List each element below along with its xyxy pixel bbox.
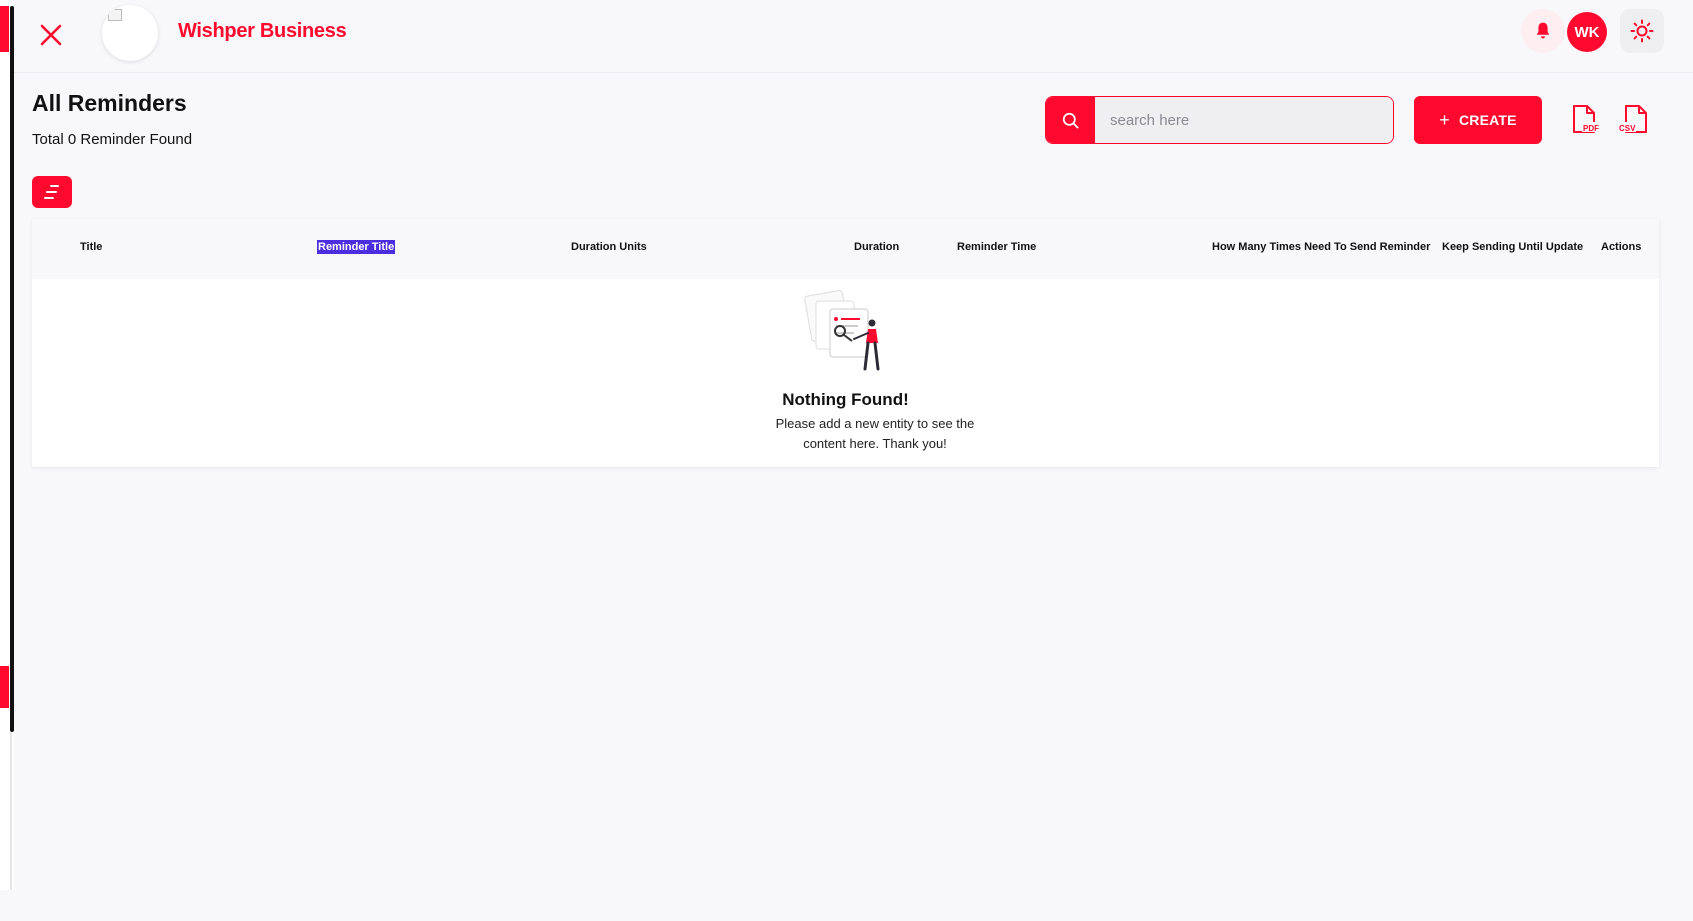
column-header-actions[interactable]: Actions	[1601, 241, 1641, 253]
empty-state: Nothing Found! Please add a new entity t…	[32, 279, 1659, 467]
empty-state-illustration	[804, 290, 880, 371]
sidebar-footer	[0, 732, 12, 890]
brand-name[interactable]: Wishper Business	[178, 20, 347, 43]
search-button[interactable]	[1046, 97, 1095, 143]
column-header-keep-sending[interactable]: Keep Sending Until Update	[1442, 241, 1583, 253]
csv-label: CSV	[1619, 124, 1636, 133]
theme-toggle-button[interactable]	[1620, 9, 1664, 53]
column-header-duration[interactable]: Duration	[854, 241, 899, 253]
brand-logo[interactable]	[102, 5, 158, 61]
search-input[interactable]	[1095, 97, 1393, 143]
filter-button[interactable]	[32, 176, 72, 208]
search-icon	[1062, 112, 1079, 128]
table-header: Title Reminder Title Duration Units Dura…	[32, 219, 1659, 279]
reminders-table: Title Reminder Title Duration Units Dura…	[32, 219, 1659, 467]
plus-icon: +	[1439, 110, 1450, 130]
sidebar-scrollbar[interactable]	[10, 6, 14, 732]
export-pdf-button[interactable]: PDF	[1570, 104, 1600, 136]
empty-state-message: Please add a new entity to see the conte…	[775, 416, 975, 451]
close-sidebar-button[interactable]	[34, 18, 68, 52]
export-csv-button[interactable]: CSV	[1618, 104, 1648, 136]
top-header: Wishper Business WK	[14, 0, 1693, 73]
column-header-send-count[interactable]: How Many Times Need To Send Reminder	[1212, 241, 1430, 253]
column-header-reminder-title[interactable]: Reminder Title	[317, 240, 396, 254]
create-label: CREATE	[1458, 112, 1517, 128]
column-header-title[interactable]: Title	[80, 241, 102, 253]
broken-image-icon	[108, 9, 122, 21]
sidebar-indicator-bottom	[0, 666, 9, 708]
column-header-reminder-time[interactable]: Reminder Time	[957, 241, 1036, 253]
result-count: Total 0 Reminder Found	[32, 131, 193, 148]
search-bar	[1045, 96, 1394, 144]
pdf-label: PDF	[1583, 124, 1599, 133]
page-title: All Reminders	[32, 90, 187, 116]
notifications-button[interactable]	[1521, 9, 1565, 53]
bell-icon	[1536, 22, 1550, 39]
column-header-duration-units[interactable]: Duration Units	[571, 241, 647, 253]
empty-state-title: Nothing Found!	[782, 390, 909, 409]
sun-icon	[1630, 19, 1654, 43]
csv-file-icon: CSV	[1618, 105, 1647, 133]
pdf-file-icon: PDF	[1573, 105, 1600, 133]
create-button[interactable]: + CREATE	[1414, 96, 1542, 144]
sort-lines-icon	[44, 185, 59, 199]
sidebar-active-indicator	[0, 6, 9, 52]
close-icon	[40, 24, 62, 46]
user-avatar[interactable]: WK	[1567, 12, 1607, 52]
